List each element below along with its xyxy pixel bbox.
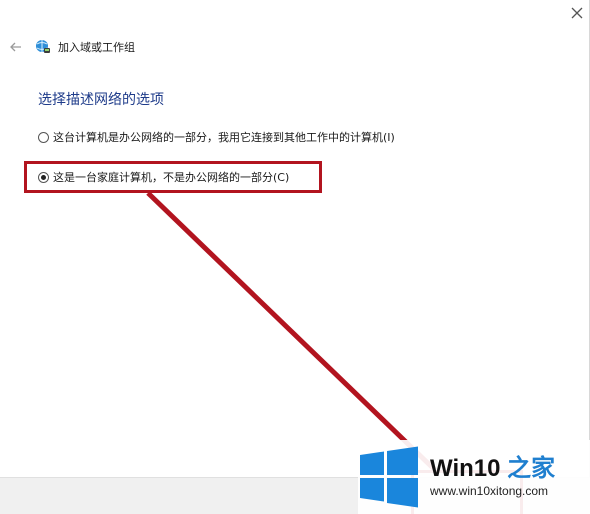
back-arrow-icon[interactable] [8, 39, 24, 55]
windows-logo-icon [358, 446, 420, 508]
page-heading: 选择描述网络的选项 [38, 92, 164, 108]
radio-office-network[interactable] [38, 131, 49, 143]
site-watermark: Win10 之家 www.win10xitong.com [358, 440, 590, 514]
watermark-url: www.win10xitong.com [430, 484, 549, 498]
annotation-highlight-box [24, 161, 322, 193]
watermark-text: Win10 之家 www.win10xitong.com [430, 455, 555, 499]
wizard-window: 加入域或工作组 选择描述网络的选项 这台计算机是办公网络的一部分，我用它连接到其… [0, 0, 590, 514]
window-frame [0, 0, 590, 514]
window-header: 加入域或工作组 [8, 36, 135, 58]
option-office-network[interactable]: 这台计算机是办公网络的一部分，我用它连接到其他工作中的计算机(I) [38, 128, 395, 146]
close-icon[interactable] [568, 6, 586, 24]
watermark-brand-suffix: 之家 [500, 455, 556, 482]
option-office-network-label: 这台计算机是办公网络的一部分，我用它连接到其他工作中的计算机(I) [53, 131, 395, 144]
network-join-icon [34, 38, 52, 56]
watermark-brand-prefix: Win10 [430, 455, 501, 482]
window-title: 加入域或工作组 [58, 41, 135, 54]
watermark-brand: Win10 之家 [430, 455, 555, 483]
